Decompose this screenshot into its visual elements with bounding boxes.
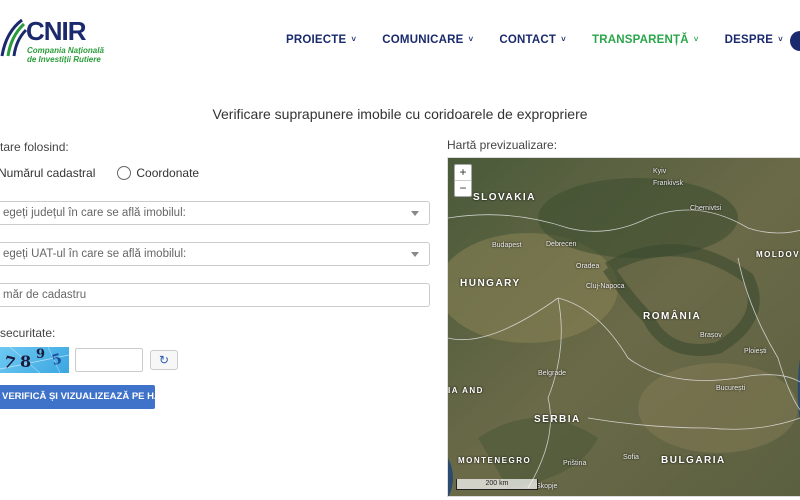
chevron-down-icon: ˅ [351,35,357,44]
map-label: Hartă previzualizare: [447,138,558,152]
map-city-label: Cluj-Napoca [586,283,625,290]
search-by-label: tare folosind: [0,140,69,154]
map-zoom-controls: + − [454,164,472,197]
map-city-label: Budapest [492,242,522,249]
radio-cadastral-label[interactable]: Numărul cadastral [0,166,95,180]
zoom-in-button[interactable]: + [455,165,471,180]
refresh-icon: ↻ [158,353,170,367]
page-title: Verificare suprapunere imobile cu corido… [212,106,588,122]
map-country-label: BULGARIA [661,455,726,466]
map-country-label: MONTENEGRO [458,456,532,465]
captcha-image: 7 8 9 5 [0,347,69,373]
map-city-label: Oradea [576,263,600,270]
nav-item-comunicare[interactable]: COMUNICARE ˅ [382,34,473,46]
uat-select[interactable]: egeți UAT-ul în care se află imobilul: [0,242,430,266]
map-city-label: Debrecen [546,241,577,248]
map-city-label: Priština [563,460,587,467]
nav-item-despre[interactable]: DESPRE ˅ [725,34,783,46]
chevron-down-icon: ˅ [693,35,699,44]
map-city-label: Frankivsk [653,180,683,187]
map-city-label: Skopje [536,483,558,490]
map-city-label: Chernivtsi [690,205,722,212]
chevron-down-icon: ˅ [778,35,784,44]
caret-down-icon [411,211,419,216]
map-city-label: Ploiești [744,348,767,355]
map-country-label: SERBIA [534,414,581,425]
map-scale-bar: 200 km [456,479,538,490]
map-country-label: HUNGARY [460,278,521,289]
map-city-label: Sofia [623,454,639,461]
main-nav: PROIECTE ˅ COMUNICARE ˅ CONTACT ˅ TRANSPARE… [286,34,800,46]
captcha-input[interactable] [75,348,143,372]
security-label: securitate: [0,326,56,340]
chevron-down-icon: ˅ [561,35,567,44]
logo-stripes-icon [0,18,28,57]
logo-subtitle: Compania Națională de Investiții Rutiere [27,46,104,64]
nav-item-proiecte[interactable]: PROIECTE ˅ [286,34,356,46]
captcha-refresh-button[interactable]: ↻ [150,350,178,370]
search-icon[interactable] [790,31,800,51]
map-city-label: Brașov [700,332,722,339]
county-select[interactable]: egeți județul în care se află imobilul: [0,201,430,225]
cnir-logo[interactable]: CNIR Compania Națională de Investiții Ru… [0,14,110,68]
search-mode-radios: Numărul cadastral Coordonate [0,166,199,180]
nav-item-transparenta[interactable]: TRANSPARENȚĂ ˅ [592,34,699,46]
radio-coordinates[interactable] [117,166,132,180]
map-country-label: IA AND [448,386,484,395]
satellite-terrain-icon [448,158,800,496]
map-country-label: SLOVAKIA [473,192,536,203]
map-country-label: MOLDOV [756,250,800,259]
map-city-label: Belgrade [538,370,567,377]
map-preview[interactable]: + − SLOVAKIA HUNGARY ROMÂNIA SERBIA BULG… [447,157,800,497]
map-city-label: Kyiv [653,168,667,175]
map-country-label: ROMÂNIA [643,311,702,322]
radio-coordinates-label[interactable]: Coordonate [136,166,199,180]
site-header: CNIR Compania Națională de Investiții Ru… [0,0,800,80]
zoom-out-button[interactable]: − [455,180,471,196]
nav-item-contact[interactable]: CONTACT ˅ [499,34,566,46]
map-city-label: București [716,385,746,392]
verify-submit-button[interactable]: VERIFICĂ ȘI VIZUALIZEAZĂ PE HARTĂ [0,385,180,409]
cadastral-number-input[interactable]: măr de cadastru [0,283,430,307]
caret-down-icon [411,252,419,257]
chevron-down-icon: ˅ [468,35,474,44]
logo-word: CNIR [26,16,87,46]
